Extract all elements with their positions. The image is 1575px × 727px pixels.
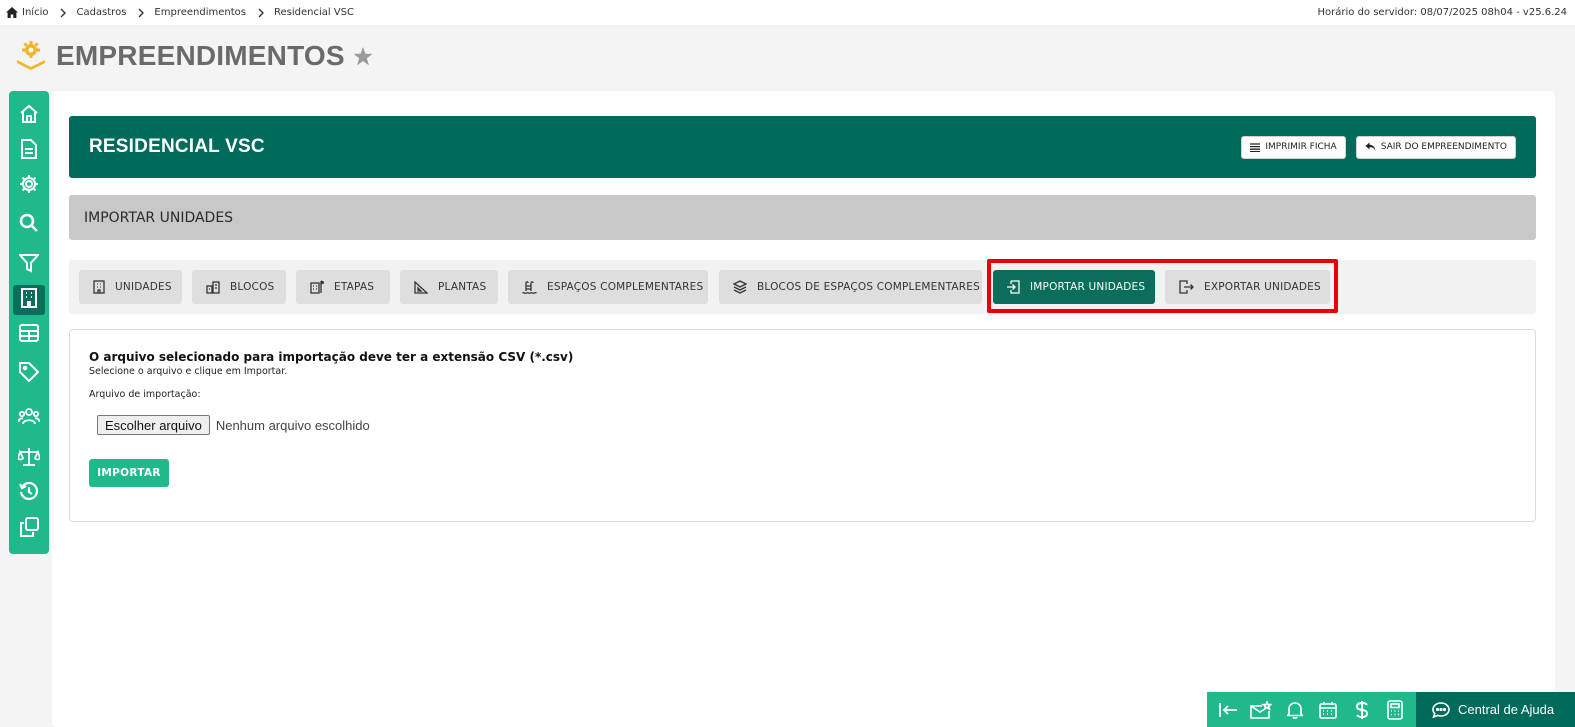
import-heading: O arquivo selecionado para importação de… bbox=[89, 350, 574, 364]
tab-etapas[interactable]: ETAPAS bbox=[296, 270, 390, 304]
gear-icon bbox=[19, 174, 39, 198]
dock-icons bbox=[1207, 692, 1416, 727]
home-icon bbox=[6, 7, 18, 18]
reply-arrow-icon bbox=[1365, 142, 1376, 152]
collapse-icon[interactable] bbox=[1214, 696, 1242, 724]
tab-blocos[interactable]: BLOCOS bbox=[192, 270, 286, 304]
breadcrumb-label: Residencial VSC bbox=[273, 7, 354, 18]
chevron-right-icon bbox=[138, 8, 145, 18]
sidebar-item-tables[interactable] bbox=[13, 320, 45, 350]
project-title: RESIDENCIAL VSC bbox=[89, 136, 265, 157]
sidebar-item-history[interactable] bbox=[13, 479, 45, 509]
import-icon bbox=[1007, 280, 1020, 294]
home-icon bbox=[19, 104, 39, 128]
sidebar-item-documents[interactable] bbox=[13, 136, 45, 166]
file-field-label: Arquivo de importação: bbox=[89, 389, 201, 400]
calendar-icon[interactable] bbox=[1314, 696, 1342, 724]
scale-icon bbox=[17, 447, 41, 471]
bottom-dock: Central de Ajuda bbox=[1207, 692, 1575, 727]
tab-exportar-unidades[interactable]: EXPORTAR UNIDADES bbox=[1165, 270, 1330, 304]
help-center-label: Central de Ajuda bbox=[1458, 702, 1555, 717]
project-banner: RESIDENCIAL VSC IMPRIMIR FICHA SAIR DO E… bbox=[69, 116, 1536, 178]
tab-plantas[interactable]: PLANTAS bbox=[400, 270, 498, 304]
file-status: Nenhum arquivo escolhido bbox=[215, 417, 370, 433]
sidebar-item-home[interactable] bbox=[13, 101, 45, 131]
server-time: Horário do servidor: 08/07/2025 08h04 - … bbox=[1317, 7, 1567, 18]
sidebar-item-legal[interactable] bbox=[13, 444, 45, 474]
breadcrumb: Início Cadastros Empreendimentos Residen… bbox=[6, 7, 354, 18]
page-title: EMPREENDIMENTOS bbox=[56, 40, 345, 71]
print-sheet-label: IMPRIMIR FICHA bbox=[1265, 142, 1337, 152]
tab-espacos-complementares[interactable]: ESPAÇOS COMPLEMENTARES bbox=[508, 270, 708, 304]
export-icon bbox=[1179, 280, 1194, 294]
table-icon bbox=[19, 324, 39, 346]
copy-icon bbox=[19, 517, 39, 541]
tab-bar: UNIDADES BLOCOS ETAPAS PLANTAS ESPAÇOS C… bbox=[69, 260, 1536, 314]
tab-blocos-espacos-complementares[interactable]: BLOCOS DE ESPAÇOS COMPLEMENTARES bbox=[719, 270, 982, 304]
history-icon bbox=[19, 481, 39, 506]
search-icon bbox=[19, 213, 39, 237]
file-input: Escolher arquivo Nenhum arquivo escolhid… bbox=[97, 415, 370, 435]
import-card: O arquivo selecionado para importação de… bbox=[69, 329, 1536, 522]
sidebar-item-settings[interactable] bbox=[13, 171, 45, 201]
help-center-button[interactable]: Central de Ajuda bbox=[1416, 692, 1575, 727]
page-header: EMPREENDIMENTOS bbox=[14, 38, 373, 74]
filter-icon bbox=[17, 253, 41, 277]
breadcrumb-item-cadastros[interactable]: Cadastros bbox=[76, 7, 126, 18]
list-icon bbox=[1250, 142, 1261, 152]
tab-label: EXPORTAR UNIDADES bbox=[1204, 281, 1321, 293]
breadcrumb-item-inicio[interactable]: Início bbox=[6, 7, 48, 18]
breadcrumb-label: Empreendimentos bbox=[154, 7, 246, 18]
exit-project-button[interactable]: SAIR DO EMPREENDIMENTO bbox=[1355, 135, 1516, 159]
chevron-right-icon bbox=[258, 8, 264, 18]
breadcrumb-item-empreendimentos[interactable]: Empreendimentos bbox=[154, 7, 246, 18]
layers-icon bbox=[733, 280, 747, 294]
tab-label: BLOCOS bbox=[230, 281, 275, 293]
users-icon bbox=[17, 406, 41, 430]
building-icon bbox=[93, 280, 105, 294]
tab-label: ETAPAS bbox=[334, 281, 375, 293]
buildings-icon bbox=[206, 280, 220, 294]
choose-file-button[interactable]: Escolher arquivo bbox=[97, 415, 210, 435]
sidebar-item-search[interactable] bbox=[13, 210, 45, 240]
chat-bubble-icon bbox=[1432, 701, 1450, 718]
sidebar bbox=[9, 91, 49, 554]
blueprint-icon bbox=[414, 280, 428, 294]
section-title: IMPORTAR UNIDADES bbox=[69, 195, 1536, 240]
mail-star-icon[interactable] bbox=[1247, 696, 1275, 724]
sidebar-item-tags[interactable] bbox=[13, 359, 45, 389]
tag-icon bbox=[19, 362, 40, 386]
tab-unidades[interactable]: UNIDADES bbox=[79, 270, 182, 304]
sidebar-item-copy[interactable] bbox=[13, 514, 45, 544]
gear-hand-logo-icon bbox=[14, 39, 48, 73]
dollar-icon[interactable] bbox=[1348, 696, 1376, 724]
import-instructions: Selecione o arquivo e clique em Importar… bbox=[89, 366, 288, 377]
breadcrumb-label: Início bbox=[22, 7, 49, 18]
flag-building-icon bbox=[310, 280, 324, 294]
document-icon bbox=[20, 139, 38, 163]
sidebar-item-buildings[interactable] bbox=[13, 285, 45, 315]
building-icon bbox=[21, 288, 37, 312]
tab-label: ESPAÇOS COMPLEMENTARES bbox=[547, 281, 704, 293]
breadcrumb-label: Cadastros bbox=[76, 7, 127, 18]
pool-icon bbox=[522, 280, 537, 294]
tab-label: IMPORTAR UNIDADES bbox=[1030, 281, 1146, 293]
favorite-star-icon[interactable] bbox=[353, 46, 373, 66]
import-button[interactable]: IMPORTAR bbox=[89, 459, 169, 487]
tab-label: BLOCOS DE ESPAÇOS COMPLEMENTARES bbox=[757, 281, 980, 293]
tab-label: UNIDADES bbox=[115, 281, 172, 293]
sidebar-item-filter[interactable] bbox=[13, 250, 45, 280]
banner-actions: IMPRIMIR FICHA SAIR DO EMPREENDIMENTO bbox=[1241, 135, 1516, 159]
tab-importar-unidades[interactable]: IMPORTAR UNIDADES bbox=[993, 270, 1155, 304]
top-bar: Início Cadastros Empreendimentos Residen… bbox=[0, 0, 1575, 25]
sidebar-item-users[interactable] bbox=[13, 403, 45, 433]
breadcrumb-item-current: Residencial VSC bbox=[274, 7, 354, 18]
main-panel: RESIDENCIAL VSC IMPRIMIR FICHA SAIR DO E… bbox=[52, 91, 1555, 727]
calculator-icon[interactable] bbox=[1381, 696, 1409, 724]
exit-project-label: SAIR DO EMPREENDIMENTO bbox=[1380, 142, 1507, 152]
bell-icon[interactable] bbox=[1281, 696, 1309, 724]
chevron-right-icon bbox=[60, 8, 67, 18]
tab-label: PLANTAS bbox=[438, 281, 487, 293]
print-sheet-button[interactable]: IMPRIMIR FICHA bbox=[1241, 135, 1346, 159]
